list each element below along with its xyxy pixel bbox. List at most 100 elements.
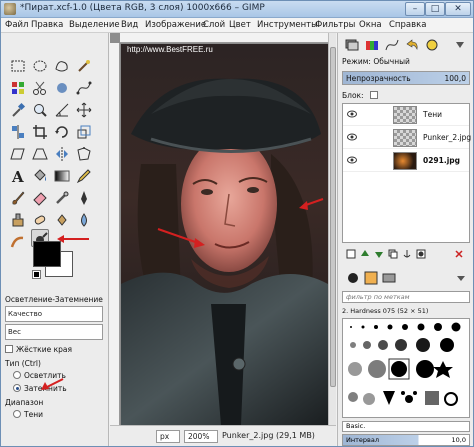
gradients-tab-icon[interactable] [382,271,396,285]
perspective-clone-icon[interactable] [53,211,71,229]
dock-menu-icon[interactable] [452,37,468,51]
left-ruler[interactable] [110,43,120,425]
blend-icon[interactable] [53,167,71,185]
layer-name[interactable]: Тени [423,110,442,119]
image-canvas[interactable]: http://www.BestFREE.ru [121,44,328,425]
hard-edge-row[interactable]: Жёсткие края [5,345,72,354]
eye-icon[interactable] [347,156,357,164]
crop-icon[interactable] [31,123,49,141]
scissors-icon[interactable] [31,79,49,97]
eraser-icon[interactable] [31,189,49,207]
mode-row[interactable]: Режим: Обычный [342,57,410,66]
layer-row[interactable]: Тени [343,104,469,126]
menu-select[interactable]: Выделение [69,20,120,30]
layers-tab-icon[interactable] [344,37,360,51]
foreground-select-icon[interactable] [53,79,71,97]
bucket-fill-icon[interactable] [31,167,49,185]
paths-icon[interactable] [75,79,93,97]
top-ruler[interactable] [120,33,328,43]
heal-icon[interactable] [31,211,49,229]
lower-layer-icon[interactable] [374,249,384,259]
menu-file[interactable]: Файл [5,20,28,30]
brush-menu-icon[interactable] [454,271,468,285]
menu-image[interactable]: Изображение [145,20,206,30]
minimize-button[interactable]: – [405,2,425,16]
zoom-icon[interactable] [31,101,49,119]
measure-icon[interactable] [53,101,71,119]
brushes-tab-icon[interactable] [346,271,360,285]
menu-layer[interactable]: Слой [203,20,225,30]
menu-help[interactable]: Справка [389,20,426,30]
rect-select-icon[interactable] [9,57,27,75]
fuzzy-select-icon[interactable] [75,57,93,75]
lock-pixels-checkbox[interactable] [369,91,378,99]
spacing-slider[interactable]: Интервал 10,0 [342,434,470,446]
darken-radio[interactable] [13,384,21,392]
eye-icon[interactable] [347,133,357,141]
align-icon[interactable] [9,123,27,141]
move-icon[interactable] [75,101,93,119]
shadows-radio[interactable] [13,410,21,418]
zoom-select[interactable]: 200% [184,430,218,443]
color-selector[interactable] [31,239,79,279]
scale-icon[interactable] [75,123,93,141]
shadows-option[interactable]: Тени [13,410,43,419]
blur-icon[interactable] [75,211,93,229]
weight-field[interactable]: Вес [5,324,103,340]
layer-name[interactable]: 0291.jpg [423,156,460,165]
patterns-tab-icon[interactable] [364,271,378,285]
clone-icon[interactable] [9,211,27,229]
quality-field[interactable]: Качество [5,306,103,322]
paintbrush-icon[interactable] [9,189,27,207]
menu-tools[interactable]: Инструменты [257,20,318,30]
text-icon[interactable]: A [9,167,27,185]
mode-select[interactable]: Обычный [373,57,410,66]
menu-color[interactable]: Цвет [229,20,251,30]
hard-edge-checkbox[interactable] [5,345,13,353]
perspective-icon[interactable] [31,145,49,163]
ink-icon[interactable] [75,189,93,207]
brush-tag-filter[interactable]: фильтр по меткам [342,291,470,303]
rotate-icon[interactable] [53,123,71,141]
color-picker-icon[interactable] [9,101,27,119]
maximize-button[interactable]: □ [425,2,445,16]
eye-icon[interactable] [347,110,357,118]
select-by-color-icon[interactable] [9,79,27,97]
scrollbar-thumb[interactable] [330,47,336,387]
anchor-layer-icon[interactable] [402,249,412,259]
shear-icon[interactable] [9,145,27,163]
airbrush-icon[interactable] [53,189,71,207]
smudge-icon[interactable] [9,233,27,251]
layer-row[interactable]: 0291.jpg [343,150,469,172]
vertical-scrollbar[interactable] [328,33,336,425]
unit-select[interactable]: px [156,430,180,443]
layer-name[interactable]: Punker_2.jpg [423,133,471,142]
brush-grid[interactable] [342,318,470,418]
foreground-color-swatch[interactable] [33,241,61,267]
spacing-value[interactable]: 10,0 [452,436,466,444]
delete-layer-icon[interactable] [454,249,464,259]
ellipse-select-icon[interactable] [31,57,49,75]
menu-filters[interactable]: Фильтры [315,20,355,30]
free-select-icon[interactable] [53,57,71,75]
pencil-icon[interactable] [75,167,93,185]
menu-edit[interactable]: Правка [31,20,63,30]
layer-row[interactable]: Punker_2.jpg [343,127,471,149]
channels-tab-icon[interactable] [364,37,380,51]
color-tab-icon[interactable] [424,37,440,51]
menu-windows[interactable]: Окна [359,20,382,30]
brush-preset-select[interactable]: Basic. [342,421,470,432]
undo-history-tab-icon[interactable] [404,37,420,51]
close-button[interactable]: ✕ [445,2,471,16]
lighten-radio[interactable] [13,371,21,379]
default-colors-icon[interactable] [32,270,41,279]
menu-view[interactable]: Вид [121,20,138,30]
new-layer-icon[interactable] [346,249,356,259]
flip-icon[interactable] [53,145,71,163]
opacity-slider[interactable]: Непрозрачность 100,0 [342,71,470,85]
cage-transform-icon[interactable] [75,145,93,163]
opacity-value[interactable]: 100,0 [445,74,466,83]
raise-layer-icon[interactable] [360,249,370,259]
paths-tab-icon[interactable] [384,37,400,51]
duplicate-layer-icon[interactable] [388,249,398,259]
